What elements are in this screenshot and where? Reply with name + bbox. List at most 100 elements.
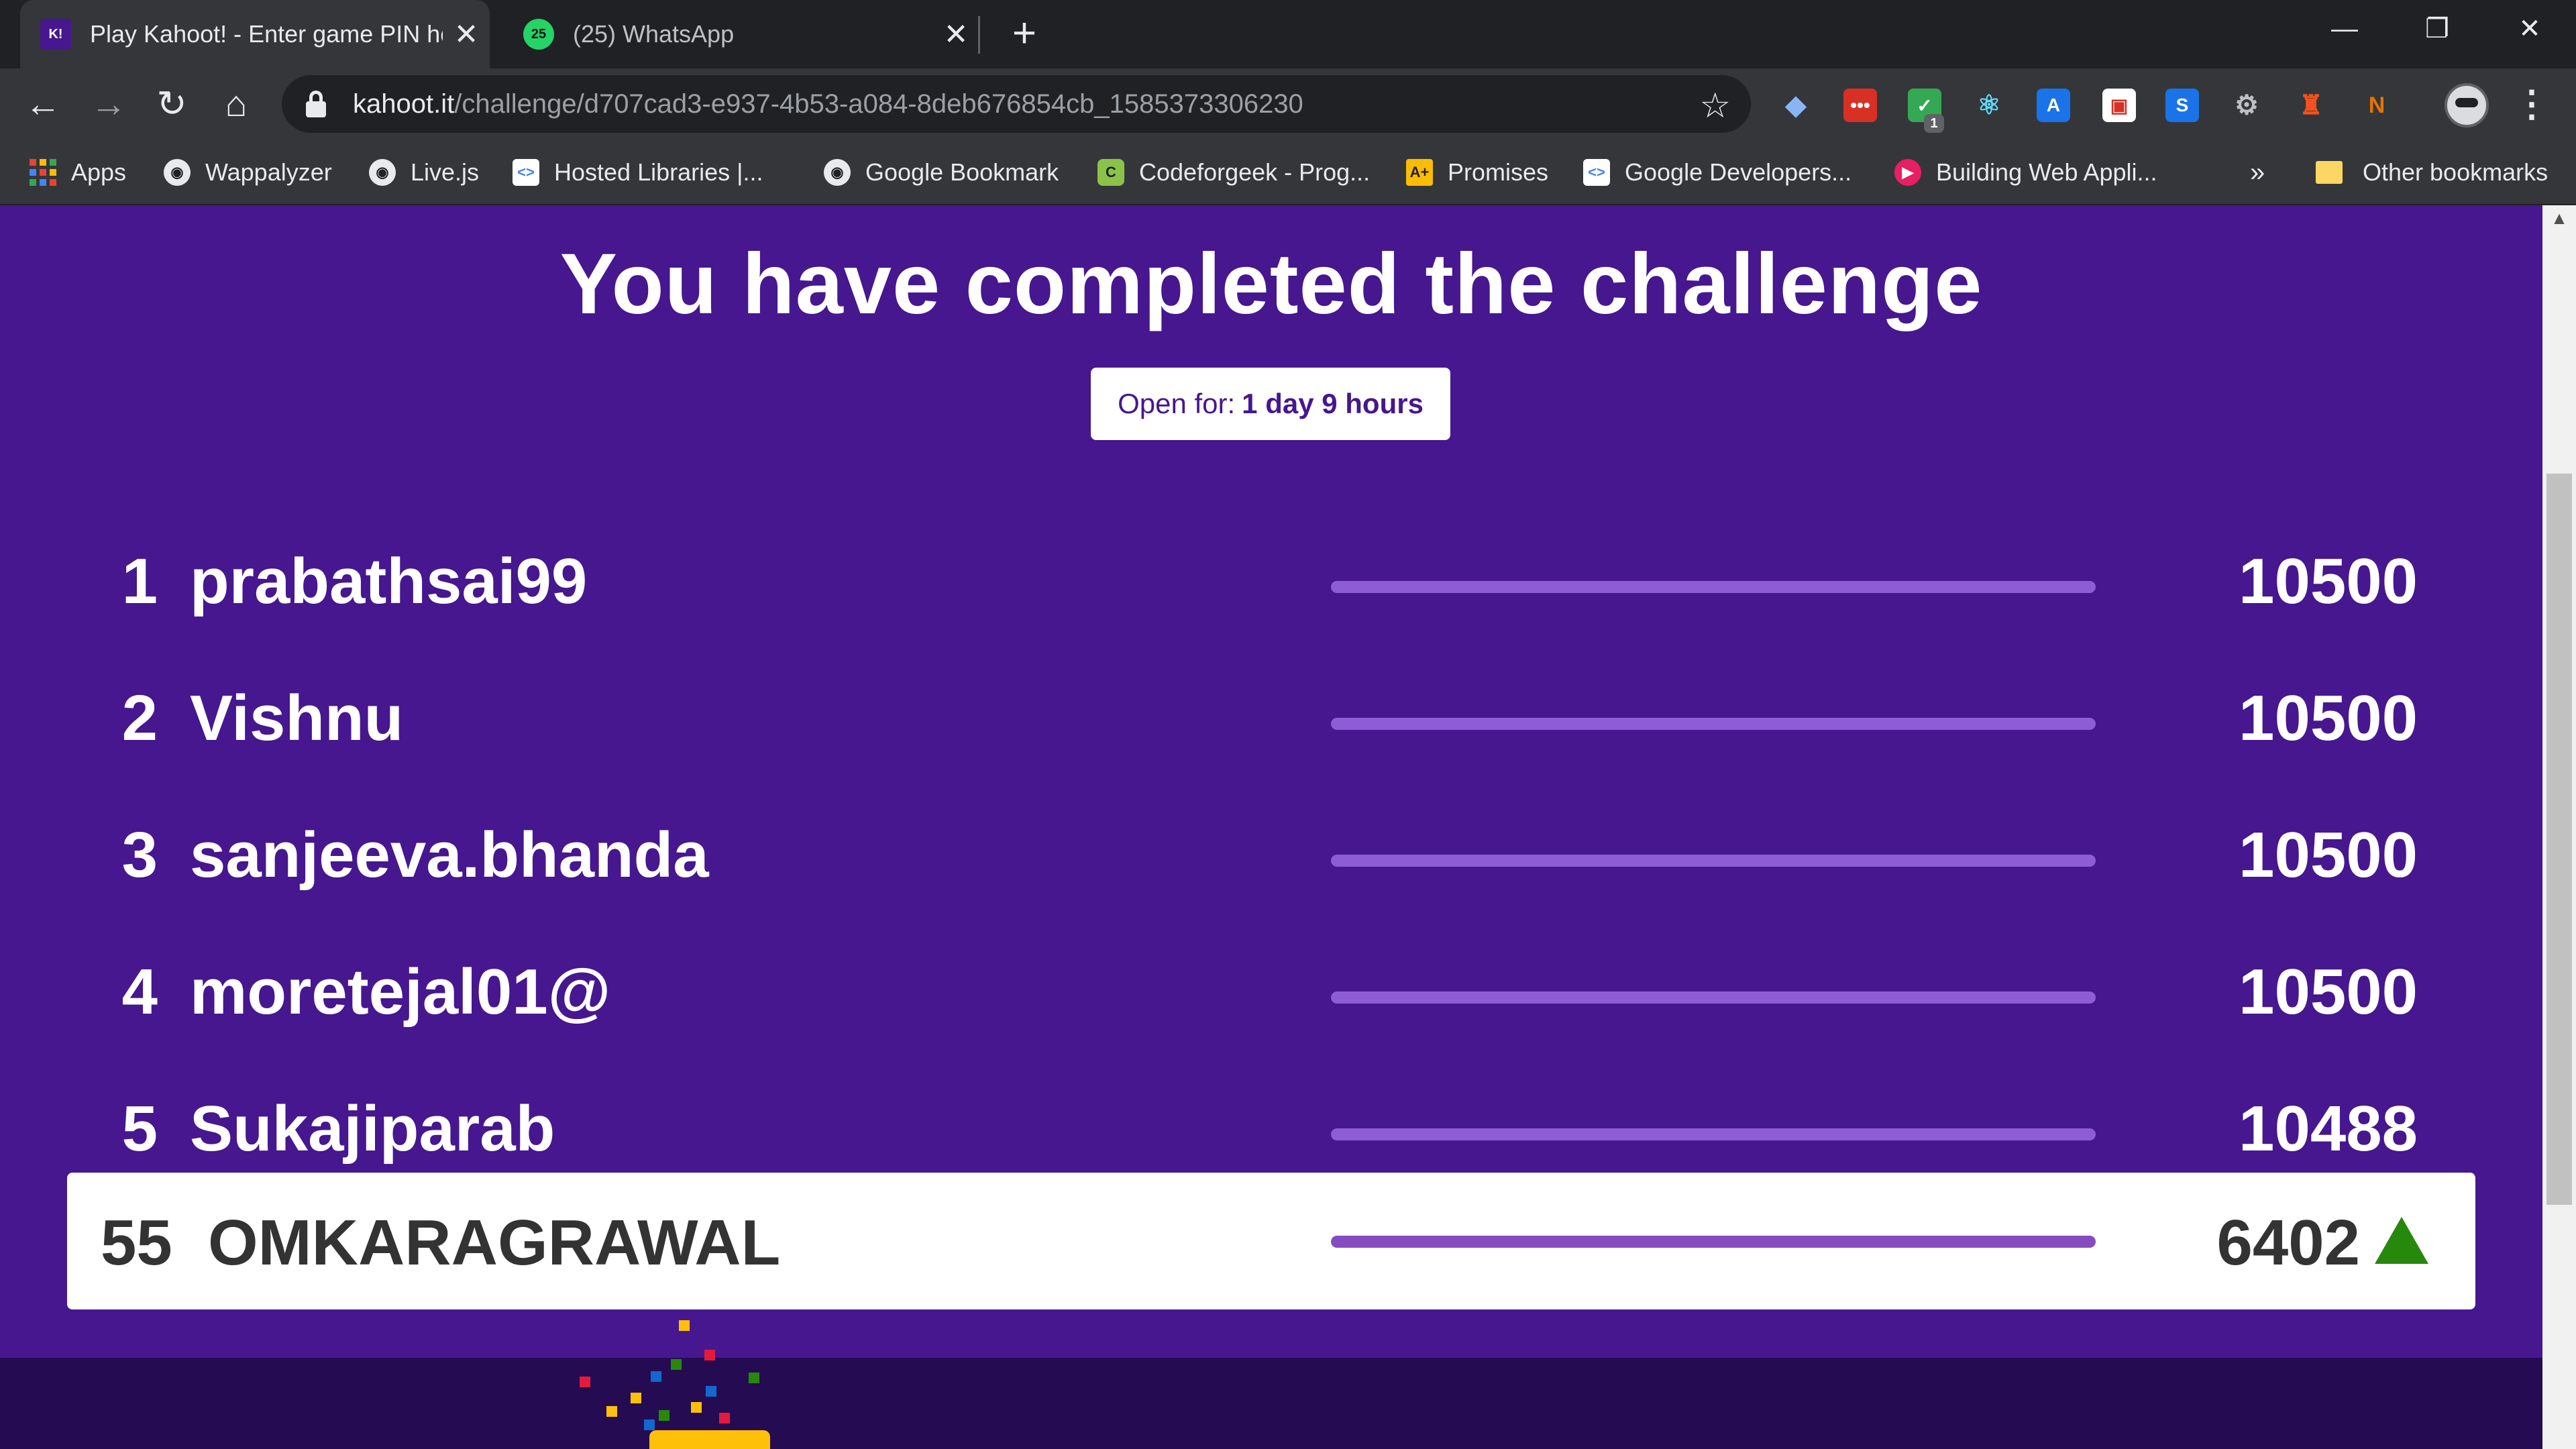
bookmark-label: Building Web Appli... <box>1936 158 2157 186</box>
bookmark-building-web-apps[interactable]: ▶ Building Web Appli... <box>1894 152 2157 193</box>
globe-icon: ◉ <box>164 159 191 186</box>
close-window-button[interactable]: ✕ <box>2483 0 2576 60</box>
player-score: 10500 <box>2239 682 2418 754</box>
tab-whatsapp[interactable]: 25 (25) WhatsApp ✕ <box>510 0 979 68</box>
bookmark-wappalyzer[interactable]: ◉ Wappalyzer <box>164 152 332 193</box>
whatsapp-icon: 25 <box>523 19 554 50</box>
gear-icon[interactable]: ⚙ <box>2230 89 2263 122</box>
page-scrollbar[interactable]: ▲ <box>2542 205 2576 1449</box>
player-rank: 55 <box>101 1207 172 1279</box>
folder-icon <box>2316 161 2343 184</box>
hexagon-icon: C <box>1097 159 1124 186</box>
tab-kahoot[interactable]: K! Play Kahoot! - Enter game PIN he ✕ <box>20 0 490 68</box>
challenge-page: You have completed the challenge Open fo… <box>0 205 2542 1449</box>
page-footer <box>0 1358 2542 1449</box>
tab-title: Play Kahoot! - Enter game PIN he <box>90 20 443 48</box>
calendar-icon[interactable]: ▣ <box>2102 89 2136 122</box>
player-rank: 4 <box>121 956 158 1028</box>
lock-icon <box>306 91 326 117</box>
back-button[interactable]: ← <box>19 80 67 129</box>
extension-badge: 1 <box>1924 114 1944 133</box>
player-name: Vishnu <box>190 682 404 754</box>
bookmark-google-developers[interactable]: <> Google Developers... <box>1583 152 1851 193</box>
player-rank: 1 <box>121 545 158 617</box>
player-score: 10500 <box>2239 819 2418 891</box>
code-icon: <> <box>1583 159 1610 186</box>
player-score: 6402 <box>2216 1207 2360 1279</box>
leaderboard-row: 2 Vishnu 10500 <box>67 656 2482 793</box>
new-tab-button[interactable]: + <box>1000 9 1049 59</box>
diamond-icon[interactable]: ◆ <box>1779 89 1813 122</box>
page-title: You have completed the challenge <box>559 236 1983 332</box>
current-player-row: 55 OMKARAGRAWAL 6402 <box>67 1173 2475 1309</box>
url-path: /challenge/d707cad3-e937-4b53-a084-8deb6… <box>454 89 1303 119</box>
bookmark-apps[interactable]: Apps <box>30 152 126 193</box>
reload-button[interactable]: ↻ <box>148 80 196 129</box>
bookmark-label: Live.js <box>411 158 480 186</box>
forward-button[interactable]: → <box>85 80 133 129</box>
score-bar <box>1331 991 2096 1004</box>
open-for-badge: Open for: 1 day 9 hours <box>1091 368 1450 440</box>
player-name: prabathsai99 <box>190 545 588 617</box>
bookmark-label: Apps <box>71 158 127 186</box>
player-name: OMKARAGRAWAL <box>208 1207 781 1279</box>
bookmark-codeforgeek[interactable]: C Codeforgeek - Prog... <box>1097 152 1370 193</box>
profile-avatar[interactable] <box>2445 83 2489 127</box>
url-text: kahoot.it/challenge/d707cad3-e937-4b53-a… <box>353 89 1303 119</box>
rank-up-arrow-icon <box>2375 1217 2428 1264</box>
player-name: Sukajiparab <box>190 1093 555 1165</box>
bookmarks-overflow-button[interactable]: » <box>2250 152 2265 193</box>
bookmark-other-bookmarks[interactable]: Other bookmarks <box>2316 152 2548 193</box>
player-rank: 3 <box>121 819 158 891</box>
bookmark-label: Google Bookmark <box>865 158 1059 186</box>
bookmark-promises[interactable]: A+ Promises <box>1406 152 1548 193</box>
tab-title: (25) WhatsApp <box>573 20 735 48</box>
s-icon[interactable]: S <box>2165 89 2199 122</box>
score-bar <box>1331 1236 2096 1248</box>
player-name: moretejal01@ <box>190 956 611 1028</box>
tab-strip: K! Play Kahoot! - Enter game PIN he ✕ 25… <box>0 0 2576 68</box>
minimize-button[interactable]: — <box>2298 0 2391 60</box>
open-for-label: Open for: <box>1118 388 1236 419</box>
scrollbar-thumb[interactable] <box>2546 474 2572 1205</box>
player-rank: 2 <box>121 682 158 754</box>
restore-button[interactable]: ❐ <box>2391 0 2483 60</box>
player-score: 10488 <box>2239 1093 2418 1165</box>
translate-icon[interactable]: A <box>2037 89 2070 122</box>
bookmark-label: Wappalyzer <box>205 158 332 186</box>
score-bar <box>1331 718 2096 730</box>
react-icon[interactable]: ⚛ <box>1972 89 2006 122</box>
fire-icon[interactable]: ♜ <box>2294 89 2328 122</box>
pen-icon[interactable]: N <box>2360 89 2394 122</box>
url-host: kahoot.it <box>353 89 455 119</box>
bookmark-label: Hosted Libraries |... <box>554 158 763 186</box>
leaderboard-row: 1 prabathsai99 10500 <box>67 519 2482 656</box>
bookmark-livejs[interactable]: ◉ Live.js <box>369 152 479 193</box>
player-score: 10500 <box>2239 956 2418 1028</box>
menu-icon[interactable]: ⋮ <box>2512 80 2552 129</box>
a-plus-icon: A+ <box>1406 159 1433 186</box>
tab-divider <box>978 16 980 54</box>
bookmark-star-icon[interactable]: ☆ <box>1699 86 1731 126</box>
apps-grid-icon <box>30 159 56 186</box>
address-bar[interactable]: kahoot.it/challenge/d707cad3-e937-4b53-a… <box>282 75 1751 133</box>
play-icon: ▶ <box>1894 159 1921 186</box>
score-bar <box>1331 1128 2096 1140</box>
bookmark-label: Promises <box>1448 158 1549 186</box>
dots-icon[interactable]: ••• <box>1843 89 1877 122</box>
bookmark-google-bookmark[interactable]: ◉ Google Bookmark <box>824 152 1059 193</box>
close-icon[interactable]: ✕ <box>443 17 490 52</box>
scroll-up-icon[interactable]: ▲ <box>2542 208 2576 229</box>
bookmark-label: Google Developers... <box>1625 158 1852 186</box>
player-score: 10500 <box>2239 545 2418 617</box>
browser-toolbar: ← → ↻ ⌂ kahoot.it/challenge/d707cad3-e93… <box>0 68 2576 140</box>
globe-icon: ◉ <box>824 159 851 186</box>
open-for-value: 1 day 9 hours <box>1242 388 1424 419</box>
close-icon[interactable]: ✕ <box>932 17 979 52</box>
bookmark-hosted-libraries[interactable]: <> Hosted Libraries |... <box>513 152 763 193</box>
home-button[interactable]: ⌂ <box>212 80 260 129</box>
bookmarks-bar: Apps ◉ Wappalyzer ◉ Live.js <> Hosted Li… <box>0 140 2576 205</box>
bookmark-label: Other bookmarks <box>2363 158 2548 186</box>
player-rank: 5 <box>121 1093 158 1165</box>
globe-icon: ◉ <box>369 159 396 186</box>
